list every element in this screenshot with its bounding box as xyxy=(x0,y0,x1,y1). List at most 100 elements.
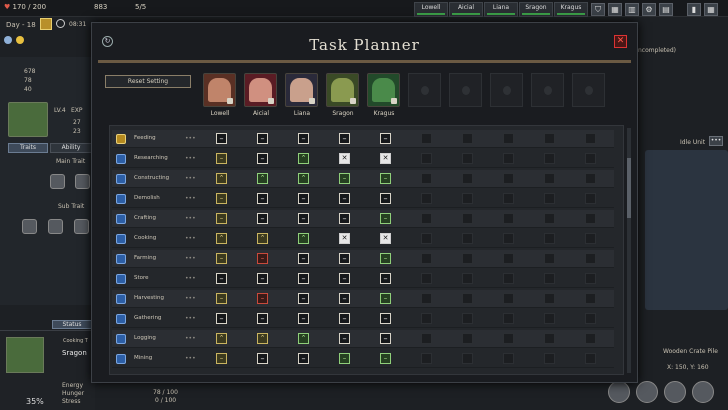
sub-trait-2-icon[interactable] xyxy=(48,219,63,234)
priority-toggle[interactable]: ⌃ xyxy=(298,233,309,244)
colonist-tab-aicial[interactable]: Aicial xyxy=(449,2,483,17)
task-options-button[interactable]: ••• xyxy=(185,235,196,242)
task-planner-icon[interactable]: ▤ xyxy=(659,3,673,16)
task-options-button[interactable]: ••• xyxy=(185,295,196,302)
grid-scrollbar[interactable] xyxy=(627,128,631,373)
priority-toggle[interactable]: – xyxy=(216,293,227,304)
priority-toggle[interactable]: – xyxy=(298,273,309,284)
task-options-button[interactable]: ••• xyxy=(185,155,196,162)
priority-toggle[interactable]: – xyxy=(339,193,350,204)
priority-toggle[interactable]: ✕ xyxy=(380,233,391,244)
priority-toggle[interactable]: – xyxy=(339,173,350,184)
priority-toggle[interactable]: – xyxy=(380,253,391,264)
sub-trait-3-icon[interactable] xyxy=(74,219,89,234)
priority-toggle[interactable]: – xyxy=(339,313,350,324)
priority-toggle[interactable]: – xyxy=(216,193,227,204)
priority-toggle[interactable]: ⌃ xyxy=(298,333,309,344)
stats-icon[interactable]: ▥ xyxy=(625,3,639,16)
priority-toggle[interactable]: – xyxy=(339,353,350,364)
colonist-tab-kragus[interactable]: Kragus xyxy=(554,2,588,17)
priority-toggle[interactable]: – xyxy=(380,173,391,184)
priority-toggle[interactable]: – xyxy=(298,253,309,264)
priority-toggle[interactable]: ✕ xyxy=(339,233,350,244)
tab-traits[interactable]: Traits xyxy=(8,143,48,153)
priority-toggle[interactable]: ✕ xyxy=(339,153,350,164)
priority-toggle[interactable]: ⌃ xyxy=(298,173,309,184)
colonist-tab-liana[interactable]: Liana xyxy=(484,2,518,17)
priority-toggle[interactable]: ⌃ xyxy=(298,153,309,164)
priority-toggle[interactable]: – xyxy=(257,253,268,264)
task-options-button[interactable]: ••• xyxy=(185,135,196,142)
portrait-sragon[interactable] xyxy=(326,73,359,107)
priority-toggle[interactable]: – xyxy=(380,333,391,344)
priority-toggle[interactable]: – xyxy=(298,293,309,304)
priority-toggle[interactable]: – xyxy=(216,253,227,264)
tab-ability[interactable]: Ability xyxy=(50,143,92,153)
priority-toggle[interactable]: – xyxy=(298,353,309,364)
scrollbar-thumb[interactable] xyxy=(627,158,631,218)
priority-toggle[interactable]: – xyxy=(257,273,268,284)
portrait-liana[interactable] xyxy=(285,73,318,107)
task-options-button[interactable]: ••• xyxy=(185,315,196,322)
priority-toggle[interactable]: – xyxy=(216,273,227,284)
priority-toggle[interactable]: – xyxy=(298,193,309,204)
task-options-button[interactable]: ••• xyxy=(185,335,196,342)
priority-toggle[interactable]: – xyxy=(257,213,268,224)
action-hex-1-icon[interactable] xyxy=(608,381,630,403)
main-trait-2-icon[interactable] xyxy=(75,174,90,189)
grid-icon[interactable]: ▦ xyxy=(704,3,718,16)
task-options-button[interactable]: ••• xyxy=(185,275,196,282)
priority-toggle[interactable]: – xyxy=(380,353,391,364)
priority-toggle[interactable]: – xyxy=(216,213,227,224)
main-trait-1-icon[interactable] xyxy=(50,174,65,189)
priority-toggle[interactable]: ⌃ xyxy=(216,173,227,184)
close-button[interactable]: ✕ xyxy=(614,35,627,48)
task-options-button[interactable]: ••• xyxy=(185,215,196,222)
sub-trait-1-icon[interactable] xyxy=(22,219,37,234)
priority-toggle[interactable]: – xyxy=(380,133,391,144)
priority-toggle[interactable]: – xyxy=(380,313,391,324)
action-hex-3-icon[interactable] xyxy=(664,381,686,403)
task-options-button[interactable]: ••• xyxy=(185,175,196,182)
build-icon[interactable]: ▦ xyxy=(608,3,622,16)
priority-toggle[interactable]: – xyxy=(339,293,350,304)
priority-toggle[interactable]: – xyxy=(380,213,391,224)
settings-icon[interactable]: ⚙ xyxy=(642,3,656,16)
priority-toggle[interactable]: – xyxy=(339,333,350,344)
idle-unit-button[interactable]: ••• xyxy=(709,136,723,146)
priority-toggle[interactable]: – xyxy=(216,133,227,144)
sun-icon[interactable] xyxy=(40,18,52,30)
portrait-lowell[interactable] xyxy=(203,73,236,107)
priority-toggle[interactable]: – xyxy=(257,133,268,144)
priority-toggle[interactable]: – xyxy=(380,293,391,304)
priority-toggle[interactable]: ⌃ xyxy=(257,233,268,244)
action-hex-4-icon[interactable] xyxy=(692,381,714,403)
priority-toggle[interactable]: – xyxy=(298,133,309,144)
priority-toggle[interactable]: – xyxy=(380,193,391,204)
priority-toggle[interactable]: – xyxy=(298,213,309,224)
shield-icon[interactable]: ⛉ xyxy=(591,3,605,16)
priority-toggle[interactable]: – xyxy=(298,313,309,324)
reset-setting-button[interactable]: Reset Setting xyxy=(105,75,191,88)
priority-toggle[interactable]: ⌃ xyxy=(216,233,227,244)
task-options-button[interactable]: ••• xyxy=(185,355,196,362)
portrait-kragus[interactable] xyxy=(367,73,400,107)
priority-toggle[interactable]: – xyxy=(216,153,227,164)
tab-status[interactable]: Status xyxy=(52,320,92,329)
priority-toggle[interactable]: ⌃ xyxy=(257,173,268,184)
priority-toggle[interactable]: ✕ xyxy=(380,153,391,164)
book-icon[interactable]: ▮ xyxy=(687,3,701,16)
priority-toggle[interactable]: – xyxy=(257,193,268,204)
priority-toggle[interactable]: – xyxy=(339,133,350,144)
priority-toggle[interactable]: – xyxy=(339,253,350,264)
priority-toggle[interactable]: – xyxy=(339,273,350,284)
colonist-tab-sragon[interactable]: Sragon xyxy=(519,2,553,17)
priority-toggle[interactable]: – xyxy=(257,293,268,304)
priority-toggle[interactable]: – xyxy=(216,353,227,364)
task-options-button[interactable]: ••• xyxy=(185,255,196,262)
priority-toggle[interactable]: – xyxy=(257,153,268,164)
portrait-aicial[interactable] xyxy=(244,73,277,107)
action-hex-2-icon[interactable] xyxy=(636,381,658,403)
priority-toggle[interactable]: – xyxy=(380,273,391,284)
colonist-tab-lowell[interactable]: Lowell xyxy=(414,2,448,17)
